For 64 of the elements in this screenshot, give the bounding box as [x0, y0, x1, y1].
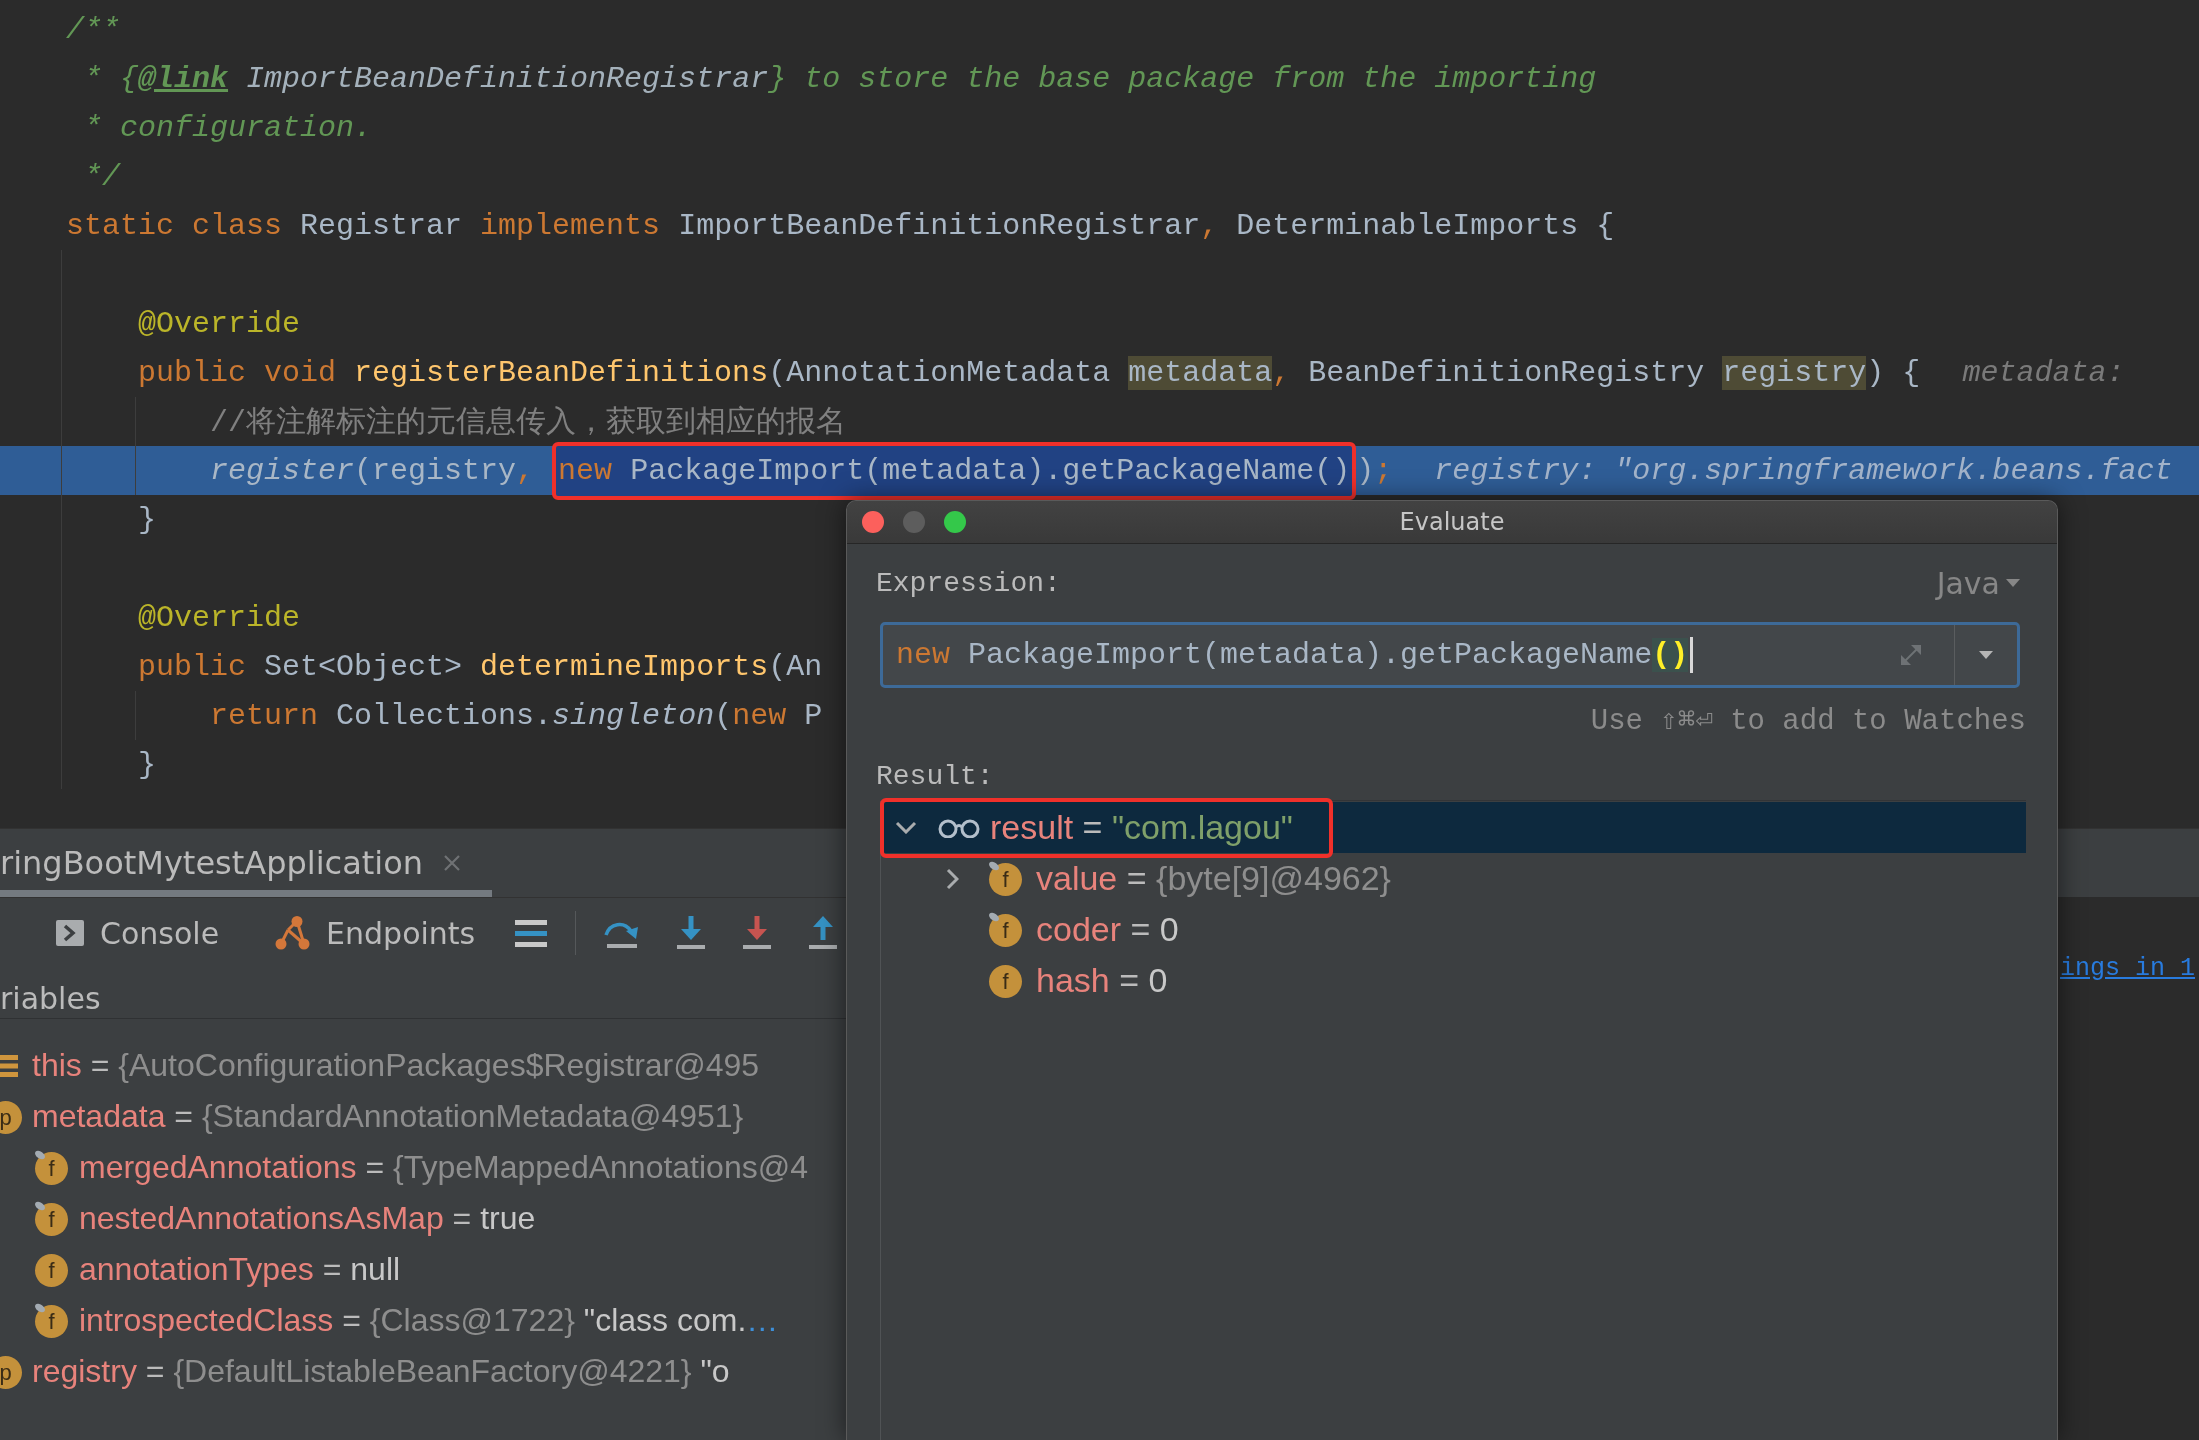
text-cursor	[1690, 637, 1694, 673]
variable-text: this = {AutoConfigurationPackages$Registrar@495	[32, 1047, 760, 1084]
glasses-icon	[938, 817, 980, 838]
tree-row[interactable]: f hash = 0	[881, 955, 2026, 1006]
panel-title: riables	[0, 980, 101, 1016]
language-dropdown[interactable]: Java	[1936, 565, 2020, 601]
arrow-up-from-line-icon[interactable]	[808, 916, 839, 950]
inline-value-hint: metadata:	[1962, 355, 2125, 390]
code-text: );	[1356, 453, 1393, 488]
caret-down-icon	[2006, 579, 2020, 587]
variable-text: value = {byte[9]@4962}	[1036, 859, 1391, 898]
code-text: /**	[66, 12, 120, 47]
variable-text: registry = {DefaultListableBeanFactory@4221} "o	[32, 1353, 730, 1390]
code-text: public void registerBeanDefinitions(AnnotationMetadata metadata, BeanDefinitionRegistry registry) {	[138, 355, 1921, 390]
inline-value-hint: registry: "org.springframework.beans.fact	[1434, 453, 2173, 488]
hint-text: Use ⇧⌘⏎ to add to Watches	[1590, 704, 2026, 738]
close-icon[interactable]	[862, 511, 884, 533]
tool-tab[interactable]: Console	[56, 915, 220, 951]
letter-circle-icon: f	[33, 1302, 70, 1339]
code-text: * {@link ImportBeanDefinitionRegistrar} to store the base package from the importing	[84, 61, 1597, 96]
code-text: register(registry,	[210, 453, 536, 488]
letter-circle-icon: f	[33, 1251, 70, 1288]
field-label: Expression:	[876, 567, 1061, 599]
code-text: @Override	[138, 600, 301, 635]
more-link[interactable]: …	[746, 1302, 779, 1338]
menu-icon[interactable]	[515, 919, 548, 947]
chevron-down-icon[interactable]	[895, 821, 917, 834]
variable-text: coder = 0	[1036, 910, 1179, 949]
letter-circle-icon: f	[986, 911, 1024, 948]
code-text: * configuration.	[84, 110, 373, 145]
variable-text: nestedAnnotationsAsMap = true	[79, 1200, 536, 1237]
code-text: }	[138, 502, 157, 537]
variable-text: introspectedClass = {Class@1722} "class com.…	[79, 1302, 779, 1339]
variable-text: metadata = {StandardAnnotationMetadata@4951}	[32, 1098, 744, 1135]
terminal-icon	[56, 920, 84, 946]
chevron-right-icon[interactable]	[945, 867, 959, 890]
nodes-icon	[275, 916, 311, 950]
code-text: static class Registrar implements ImportBeanDefinitionRegistrar, DeterminableImports {	[66, 208, 1615, 243]
variable-text: annotationTypes = null	[79, 1251, 401, 1288]
letter-circle-icon: f	[986, 962, 1024, 999]
code-text: public Set<Object> determineImports(An	[138, 649, 823, 684]
code-text: return Collections.singleton(new P	[210, 698, 823, 733]
letter-circle-icon: f	[33, 1149, 70, 1186]
code-text: */	[84, 159, 121, 194]
dialog-title: Evaluate	[1399, 508, 1505, 536]
expression-field[interactable]: new PackageImport(metadata).getPackageName()	[880, 622, 2020, 688]
code-text: //将注解标注的元信息传入，获取到相应的报名	[210, 404, 847, 442]
tree-row[interactable]: f coder = 0	[881, 904, 2026, 955]
selected-code: new PackageImport(metadata).getPackageName()	[552, 441, 1357, 500]
maximize-icon[interactable]	[944, 511, 966, 533]
caret-down-icon[interactable]	[1979, 651, 1993, 659]
arrow-down-to-line-icon[interactable]	[742, 916, 773, 950]
tree-row[interactable]: f value = {byte[9]@4962}	[881, 853, 2026, 904]
tool-tab[interactable]: Endpoints	[275, 915, 476, 951]
section-label: Result:	[876, 760, 994, 792]
variable-text: hash = 0	[1036, 961, 1168, 1000]
code-text: }	[138, 747, 157, 782]
code-text: @Override	[138, 306, 301, 341]
arrow-down-to-line-icon[interactable]	[676, 916, 707, 950]
variable-text: mergedAnnotations = {TypeMappedAnnotations@4	[79, 1149, 808, 1186]
console-link[interactable]: ings in 1	[2060, 954, 2196, 983]
variable-text: result = "com.lagou"	[990, 808, 1293, 847]
letter-circle-icon: f	[986, 860, 1024, 897]
letter-circle-icon: f	[33, 1200, 70, 1237]
